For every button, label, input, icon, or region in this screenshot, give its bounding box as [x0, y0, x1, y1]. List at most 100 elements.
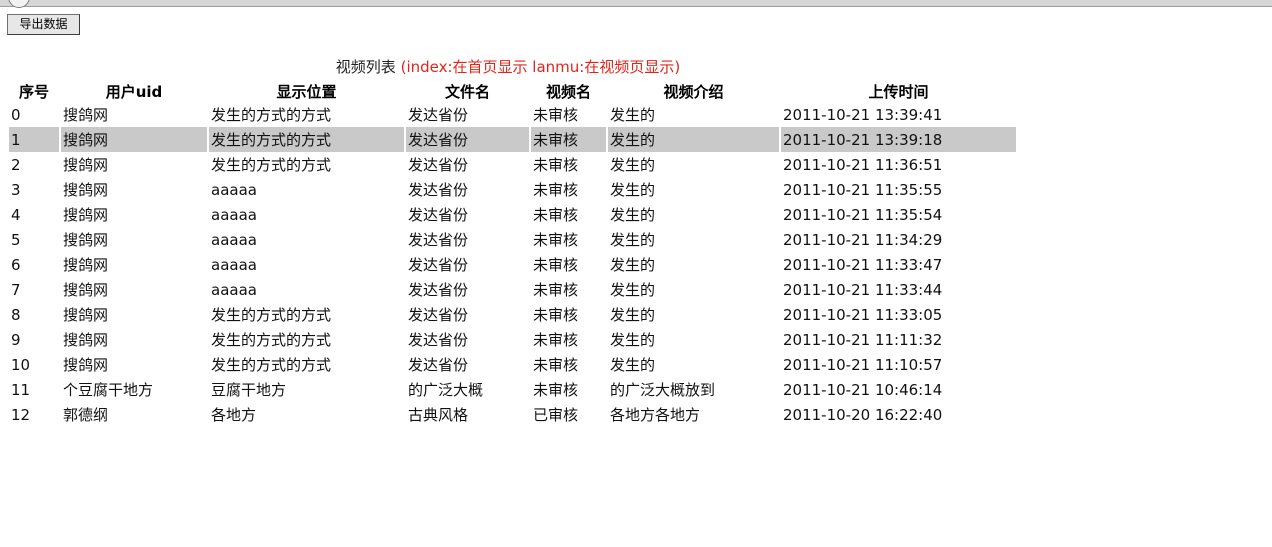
table-row[interactable]: 0 搜鸽网 发生的方式的方式 发达省份 未审核 发生的 2011-10-21 13:39:4…: [9, 102, 1016, 127]
table-row[interactable]: 5 搜鸽网 aaaaa 发达省份 未审核 发生的 2011-10-21 11:34:29: [9, 227, 1016, 252]
cell-user-uid: 搜鸽网: [63, 231, 109, 249]
cell-display-position: 发生的方式的方式: [211, 106, 332, 124]
cell-file-name: 发达省份: [408, 281, 469, 299]
cell-index: 10: [11, 355, 31, 374]
cell-file-name: 发达省份: [406, 127, 529, 152]
cell-index: 3: [11, 180, 21, 199]
cell-user-uid: 搜鸽网: [63, 206, 109, 224]
cell-video-intro: 发生的: [608, 127, 779, 152]
cell-index: 7: [11, 280, 21, 299]
table-row[interactable]: 2 搜鸽网 发生的方式的方式 发达省份 未审核 发生的 2011-10-21 11:36:5…: [9, 152, 1016, 177]
cell-video-intro: 发生的: [610, 181, 656, 199]
cell-upload-time: 2011-10-21 11:33:05: [783, 305, 943, 324]
cell-video-name: 未审核: [533, 106, 579, 124]
cell-user-uid: 搜鸽网: [63, 256, 109, 274]
table-row[interactable]: 3 搜鸽网 aaaaa 发达省份 未审核 发生的 2011-10-21 11:35:55: [9, 177, 1016, 202]
cell-index: 1: [9, 127, 59, 152]
cell-video-name: 未审核: [533, 381, 579, 399]
export-data-button[interactable]: 导出数据: [7, 14, 80, 35]
cell-file-name: 发达省份: [408, 306, 469, 324]
cell-user-uid: 个豆腐干地方: [63, 381, 154, 399]
cell-upload-time: 2011-10-21 11:33:44: [783, 280, 943, 299]
cell-video-intro: 发生的: [610, 306, 656, 324]
cell-upload-time: 2011-10-21 11:34:29: [783, 230, 943, 249]
header-video-name: 视频名: [545, 82, 591, 101]
cell-video-name: 未审核: [533, 181, 579, 199]
cell-display-position: 发生的方式的方式: [211, 331, 332, 349]
cell-upload-time: 2011-10-21 10:46:14: [783, 380, 943, 399]
cell-display-position: 豆腐干地方: [211, 381, 287, 399]
header-upload-time: 上传时间: [868, 82, 929, 101]
table-row[interactable]: 12 郭德纲 各地方 古典风格 已审核 各地方各地方 2011-10-20 16:22:4…: [9, 402, 1016, 427]
table-row[interactable]: 1 搜鸽网 发生的方式的方式 发达省份 未审核 发生的 2011-10-21 13:39:1…: [9, 127, 1016, 152]
cell-display-position: 发生的方式的方式: [211, 356, 332, 374]
cell-index: 5: [11, 230, 21, 249]
cell-file-name: 发达省份: [408, 206, 469, 224]
cell-file-name: 发达省份: [408, 356, 469, 374]
cell-display-position: aaaaa: [211, 180, 257, 199]
cell-index: 0: [11, 105, 21, 124]
cell-video-intro: 各地方各地方: [610, 406, 701, 424]
window-top-strip: [0, 0, 1272, 8]
cell-index: 2: [11, 155, 21, 174]
cell-display-position: aaaaa: [211, 230, 257, 249]
table-row[interactable]: 7 搜鸽网 aaaaa 发达省份 未审核 发生的 2011-10-21 11:33:44: [9, 277, 1016, 302]
cell-index: 12: [11, 405, 31, 424]
table-header-row: 序号 用户uid 显示位置 文件名 视频名 视频介绍 上传时间: [9, 80, 1016, 102]
cell-index: 9: [11, 330, 21, 349]
cell-video-name: 未审核: [533, 306, 579, 324]
table-row[interactable]: 11 个豆腐干地方 豆腐干地方 的广泛大概 未审核 的广泛大概放到 2011-10-21 1…: [9, 377, 1016, 402]
cell-file-name: 发达省份: [408, 331, 469, 349]
cell-display-position: aaaaa: [211, 255, 257, 274]
cell-index: 8: [11, 305, 21, 324]
table-row[interactable]: 8 搜鸽网 发生的方式的方式 发达省份 未审核 发生的 2011-10-21 11:33:0…: [9, 302, 1016, 327]
cell-display-position: 发生的方式的方式: [209, 127, 404, 152]
cell-video-name: 未审核: [533, 356, 579, 374]
cell-user-uid: 郭德纲: [63, 406, 109, 424]
cell-user-uid: 搜鸽网: [63, 281, 109, 299]
cell-video-name: 未审核: [533, 231, 579, 249]
header-display-position: 显示位置: [276, 82, 337, 101]
cell-user-uid: 搜鸽网: [63, 356, 109, 374]
cell-display-position: 发生的方式的方式: [211, 156, 332, 174]
cell-video-name: 未审核: [533, 281, 579, 299]
table-caption: 视频列表 (index:在首页显示 lanmu:在视频页显示): [0, 57, 1016, 77]
cell-file-name: 发达省份: [408, 256, 469, 274]
cell-video-intro: 发生的: [610, 256, 656, 274]
cell-video-intro: 发生的: [610, 231, 656, 249]
cell-video-name: 未审核: [533, 256, 579, 274]
window-control-icon[interactable]: [8, 0, 30, 8]
cell-file-name: 的广泛大概: [408, 381, 484, 399]
table-row[interactable]: 6 搜鸽网 aaaaa 发达省份 未审核 发生的 2011-10-21 11:33:47: [9, 252, 1016, 277]
display-location-note: (index:在首页显示 lanmu:在视频页显示): [400, 58, 681, 76]
cell-index: 6: [11, 255, 21, 274]
cell-video-name: 已审核: [533, 406, 579, 424]
table-row[interactable]: 10 搜鸽网 发生的方式的方式 发达省份 未审核 发生的 2011-10-21 11:10:…: [9, 352, 1016, 377]
cell-video-intro: 发生的: [610, 106, 656, 124]
cell-user-uid: 搜鸽网: [61, 127, 207, 152]
cell-video-name: 未审核: [533, 156, 579, 174]
cell-user-uid: 搜鸽网: [63, 106, 109, 124]
table-row[interactable]: 9 搜鸽网 发生的方式的方式 发达省份 未审核 发生的 2011-10-21 11:11:3…: [9, 327, 1016, 352]
cell-video-intro: 发生的: [610, 281, 656, 299]
cell-video-name: 未审核: [533, 206, 579, 224]
cell-display-position: 发生的方式的方式: [211, 306, 332, 324]
header-video-intro: 视频介绍: [663, 82, 724, 101]
cell-file-name: 发达省份: [408, 231, 469, 249]
table-title: 视频列表: [335, 58, 396, 76]
cell-user-uid: 搜鸽网: [63, 156, 109, 174]
cell-display-position: aaaaa: [211, 205, 257, 224]
table-row[interactable]: 4 搜鸽网 aaaaa 发达省份 未审核 发生的 2011-10-21 11:35:54: [9, 202, 1016, 227]
cell-video-intro: 发生的: [610, 356, 656, 374]
cell-video-name: 未审核: [531, 127, 606, 152]
cell-file-name: 发达省份: [408, 181, 469, 199]
cell-video-intro: 发生的: [610, 331, 656, 349]
cell-upload-time: 2011-10-21 13:39:41: [783, 105, 943, 124]
cell-display-position: aaaaa: [211, 280, 257, 299]
header-index: 序号: [18, 82, 49, 101]
cell-user-uid: 搜鸽网: [63, 331, 109, 349]
cell-video-intro: 的广泛大概放到: [610, 381, 716, 399]
cell-index: 11: [11, 380, 31, 399]
header-user-uid: 用户uid: [105, 82, 163, 101]
cell-upload-time: 2011-10-21 11:35:55: [783, 180, 943, 199]
